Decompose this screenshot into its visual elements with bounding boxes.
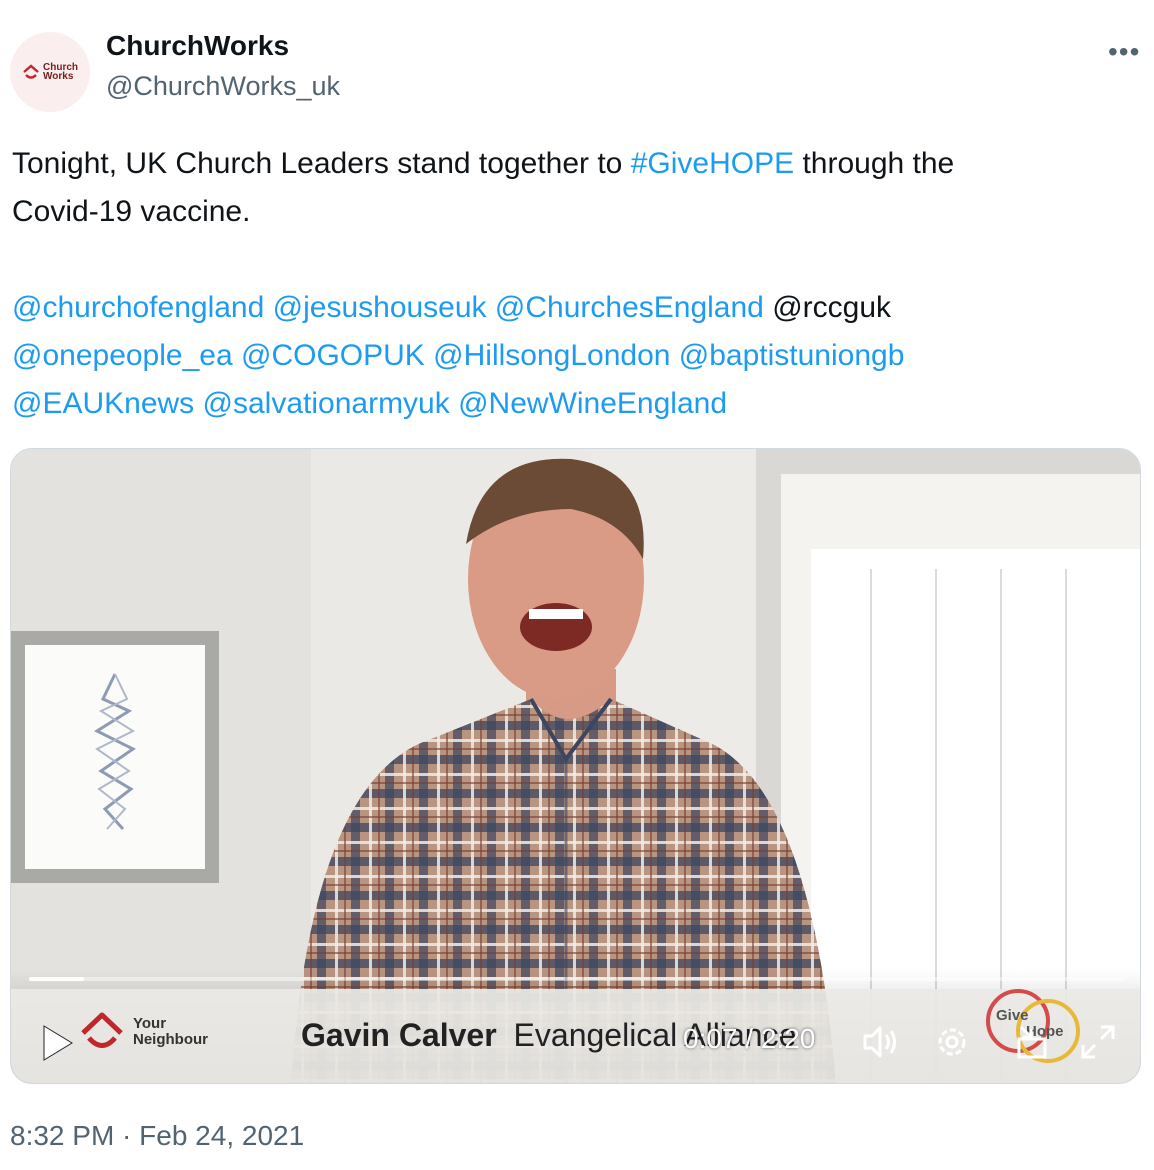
house-icon	[23, 64, 39, 79]
more-options-icon[interactable]: •••	[1108, 36, 1140, 68]
mention-link[interactable]: @EAUKnews	[12, 387, 194, 420]
progress-fill	[29, 977, 84, 981]
your-neighbour-logo: Your Neighbour	[79, 1011, 208, 1053]
play-icon	[43, 1025, 73, 1061]
video-player[interactable]: Your Neighbour Gavin Calver Evangelical …	[10, 448, 1141, 1084]
time-current: 0:07	[683, 1023, 738, 1054]
mention-link[interactable]: @NewWineEngland	[458, 387, 727, 420]
mention-link[interactable]: @salvationarmyuk	[203, 387, 450, 420]
tweet-text: Tonight, UK Church Leaders stand togethe…	[12, 140, 1142, 428]
time-total: 2:20	[760, 1023, 816, 1054]
time-display: 0:07 / 2:20	[683, 1023, 815, 1055]
author-handle[interactable]: @ChurchWorks_uk	[106, 71, 340, 102]
churchworks-logo: Church Works	[22, 63, 78, 82]
avatar[interactable]: Church Works	[10, 32, 90, 112]
settings-button[interactable]	[933, 1023, 971, 1061]
logo-text-1: Your	[133, 1015, 167, 1032]
badge-text-1: Give	[996, 1007, 1029, 1024]
mention-link[interactable]: @COGOPUK	[241, 339, 425, 372]
minimize-icon	[1017, 1025, 1047, 1059]
mention-link[interactable]: @onepeople_ea	[12, 339, 233, 372]
avatar-text-2: Works	[43, 71, 74, 82]
volume-icon	[863, 1026, 896, 1058]
fullscreen-icon	[1081, 1025, 1115, 1059]
time-separator: /	[737, 1023, 761, 1054]
house-icon	[81, 1012, 123, 1048]
tweet-text-part: through the	[794, 147, 955, 180]
mention-link[interactable]: @ChurchesEngland	[495, 291, 764, 324]
hashtag-link[interactable]: #GiveHOPE	[631, 147, 794, 180]
gear-icon	[938, 1028, 966, 1056]
play-button[interactable]	[41, 1023, 75, 1063]
fullscreen-button[interactable]	[1079, 1023, 1117, 1061]
tweet-timestamp[interactable]: 8:32 PM · Feb 24, 2021	[10, 1120, 304, 1152]
volume-button[interactable]	[861, 1023, 901, 1061]
speaker-name: Gavin Calver	[301, 1017, 497, 1053]
tweet-text-line2: Covid-19 vaccine.	[12, 195, 251, 228]
tweet-text-part: Tonight, UK Church Leaders stand togethe…	[12, 147, 631, 180]
minimize-button[interactable]	[1015, 1023, 1051, 1061]
author-name[interactable]: ChurchWorks	[106, 30, 289, 62]
mention-link[interactable]: @jesushouseuk	[273, 291, 487, 324]
mention-plain: @rccguk	[772, 291, 892, 324]
mention-link[interactable]: @HillsongLondon	[433, 339, 670, 372]
mention-link[interactable]: @churchofengland	[12, 291, 264, 324]
mention-link[interactable]: @baptistuniongb	[679, 339, 905, 372]
logo-text-2: Neighbour	[133, 1031, 208, 1048]
progress-track[interactable]	[29, 977, 1125, 981]
